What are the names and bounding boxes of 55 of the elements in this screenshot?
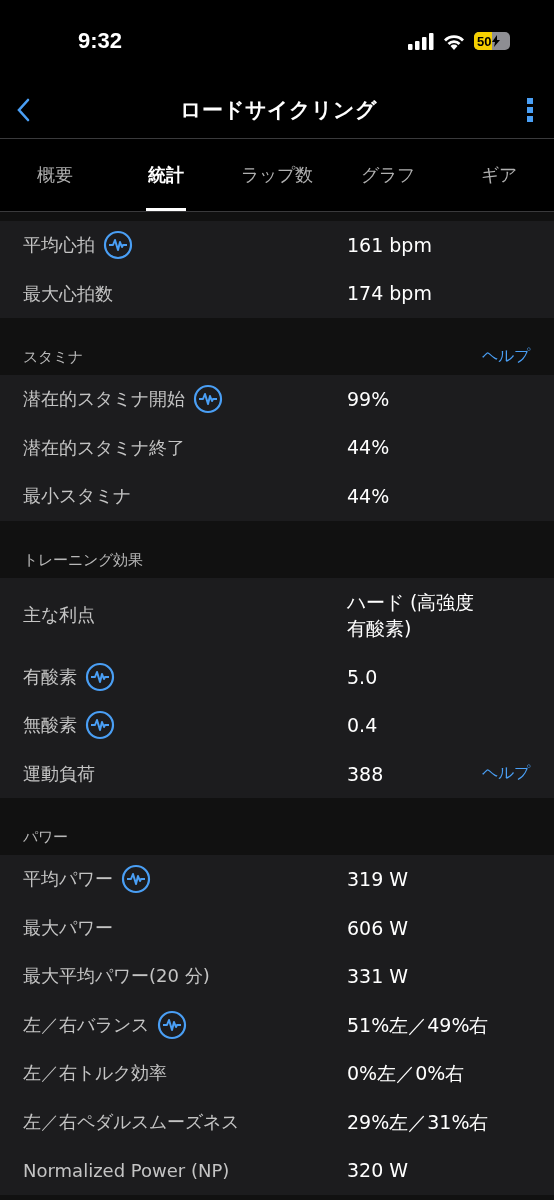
stat-label: 最大平均パワー(20 分) — [23, 964, 210, 989]
stat-value: 51%左／49%右 — [347, 1012, 490, 1038]
stat-label: Normalized Power (NP) — [23, 1159, 230, 1181]
stat-value: 29%左／31%右 — [347, 1109, 490, 1135]
stat-value: 99% — [347, 386, 391, 412]
tab[interactable]: ラップ数 — [221, 139, 333, 211]
section-title: トレーニング効果 — [23, 550, 143, 570]
stat-label: 左／右ペダルスムーズネス — [23, 1109, 239, 1134]
stat-value: 0%左／0%右 — [347, 1061, 466, 1087]
stat-value: ハード (高強度有酸素) — [347, 589, 476, 642]
stat-value: 161 bpm — [347, 232, 433, 258]
tab[interactable]: グラフ — [332, 139, 444, 211]
activity-icon[interactable] — [157, 1009, 187, 1040]
stat-value: 44% — [347, 435, 391, 461]
back-icon[interactable] — [16, 98, 30, 122]
stat-value: 174 bpm — [347, 281, 433, 307]
stat-value: 5.0 — [347, 664, 379, 690]
stat-value: 319 W — [347, 867, 410, 893]
stat-label: 最大心拍数 — [23, 281, 113, 306]
stat-label: 左／右トルク効率 — [23, 1061, 167, 1086]
section-title: スタミナ — [23, 348, 83, 367]
activity-icon[interactable] — [85, 710, 115, 741]
stat-value: 606 W — [347, 915, 410, 941]
section-title: パワー — [23, 828, 68, 848]
signal-icon — [408, 32, 434, 50]
more-icon[interactable] — [526, 97, 534, 123]
stat-label: 最大パワー — [23, 915, 113, 940]
help-link[interactable]: ヘルプ — [482, 763, 530, 785]
activity-icon[interactable] — [193, 384, 223, 415]
wifi-icon — [442, 32, 466, 50]
tab[interactable]: 統計 — [110, 139, 222, 211]
stat-label: 有酸素 — [23, 664, 77, 689]
stat-label: 潜在的スタミナ開始 — [23, 387, 185, 412]
stat-label: 左／右バランス — [23, 1012, 149, 1037]
tab[interactable]: ギア — [443, 139, 554, 211]
stat-value: 44% — [347, 483, 391, 509]
help-link[interactable]: ヘルプ — [482, 346, 530, 367]
activity-icon[interactable] — [121, 864, 151, 895]
screen-title: ロードサイクリング — [179, 97, 377, 124]
stat-label: 運動負荷 — [23, 761, 95, 786]
stat-label: 平均心拍 — [23, 233, 95, 258]
stat-value: 388 — [347, 761, 385, 787]
battery-percent: 50 — [476, 33, 492, 49]
stat-value: 0.4 — [347, 713, 379, 739]
stat-label: 無酸素 — [23, 713, 77, 738]
stat-label: 最小スタミナ — [23, 484, 131, 509]
stat-value: 331 W — [347, 964, 410, 990]
stat-label: 平均パワー — [23, 867, 113, 892]
status-time: 9:32 — [78, 28, 123, 54]
stat-value: 320 W — [347, 1158, 410, 1184]
stat-label: 潜在的スタミナ終了 — [23, 435, 185, 460]
activity-icon[interactable] — [103, 230, 133, 261]
stat-label: 主な利点 — [23, 603, 95, 628]
activity-icon[interactable] — [85, 661, 115, 692]
tab[interactable]: 概要 — [0, 139, 111, 211]
